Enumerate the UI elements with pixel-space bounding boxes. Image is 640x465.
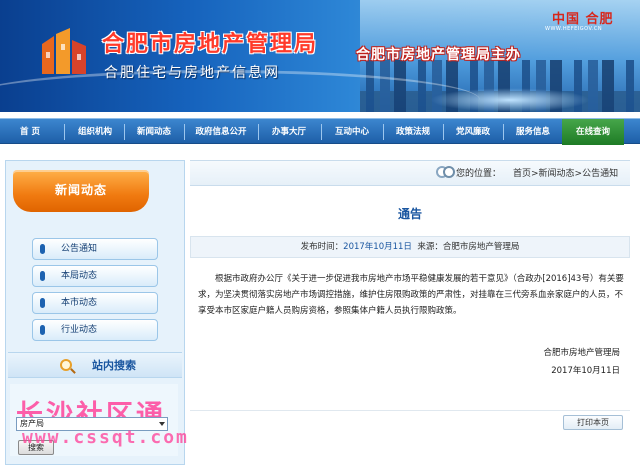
nav-separator (383, 124, 384, 140)
watermark-url: www.cssqt.com (22, 427, 189, 448)
sidebar-item-announcements[interactable]: 公告通知 (32, 238, 158, 260)
nav-service-hall[interactable]: 办事大厅 (260, 119, 318, 145)
site-subtitle: 合肥住宅与房地产信息网 (104, 65, 280, 81)
publish-date: 2017年10月11日 (343, 242, 412, 252)
bullet-icon (40, 271, 45, 281)
site-search-heading: 站内搜索 (8, 352, 182, 378)
site-logo-icon (42, 28, 86, 74)
article-sign-date: 2017年10月11日 (551, 366, 620, 376)
sidebar-item-label: 公告通知 (61, 244, 98, 254)
nav-gov-info[interactable]: 政府信息公开 (186, 119, 256, 145)
bullet-icon (40, 325, 45, 335)
article-source: 来源：合肥市房地产管理局 (417, 242, 520, 252)
nav-separator (124, 124, 125, 140)
nav-service-info[interactable]: 服务信息 (505, 119, 561, 145)
main-nav: 首 页 组织机构 新闻动态 政府信息公开 办事大厅 互动中心 政策法规 党风廉政… (0, 118, 640, 145)
nav-news[interactable]: 新闻动态 (126, 119, 182, 145)
site-search-title: 站内搜索 (92, 359, 136, 372)
sponsor-text: 合肥市房地产管理局主办 (356, 47, 521, 63)
publish-label: 发布时间： (300, 242, 344, 252)
article-body: 根据市政府办公厅《关于进一步促进我市房地产市场平稳健康发展的若干意见》（合政办[… (198, 274, 624, 316)
city-tag: 中国 合肥 (552, 12, 614, 27)
header-banner (0, 0, 640, 112)
nav-separator (503, 124, 504, 140)
nav-separator (258, 124, 259, 140)
divider (190, 410, 630, 411)
sidebar-item-city-news[interactable]: 本市动态 (32, 292, 158, 314)
breadcrumb[interactable]: 首页>新闻动态>公告通知 (513, 166, 618, 179)
sidebar-item-industry-news[interactable]: 行业动态 (32, 319, 158, 341)
sidebar-item-label: 行业动态 (61, 325, 98, 335)
nav-separator (443, 124, 444, 140)
nav-separator (321, 124, 322, 140)
sidebar-item-bureau-news[interactable]: 本局动态 (32, 265, 158, 287)
article-title: 通告 (397, 207, 422, 221)
print-button[interactable]: 打印本页 (563, 415, 623, 430)
search-icon (60, 359, 72, 371)
nav-organization[interactable]: 组织机构 (68, 119, 122, 145)
nav-separator (64, 124, 65, 140)
article-meta: 发布时间：2017年10月11日 来源：合肥市房地产管理局 (190, 236, 630, 258)
bullet-icon (40, 298, 45, 308)
sidebar-heading: 新闻动态 (13, 170, 149, 212)
sidebar-item-label: 本市动态 (61, 298, 98, 308)
bullet-icon (40, 244, 45, 254)
nav-interaction[interactable]: 互动中心 (323, 119, 381, 145)
location-icon (443, 166, 455, 178)
article-signature: 合肥市房地产管理局 (543, 348, 620, 358)
nav-integrity[interactable]: 党风廉政 (445, 119, 501, 145)
chevron-down-icon (159, 422, 165, 426)
breadcrumb-label: 您的位置： (456, 169, 502, 179)
nav-separator (184, 124, 185, 140)
nav-policy[interactable]: 政策法规 (385, 119, 441, 145)
sidebar-item-label: 本局动态 (61, 271, 98, 281)
site-title: 合肥市房地产管理局 (102, 31, 319, 57)
nav-online-query[interactable]: 在线查询 (562, 119, 624, 145)
nav-home[interactable]: 首 页 (8, 119, 52, 145)
city-url: WWW.HEFEIGOV.CN (545, 26, 603, 32)
